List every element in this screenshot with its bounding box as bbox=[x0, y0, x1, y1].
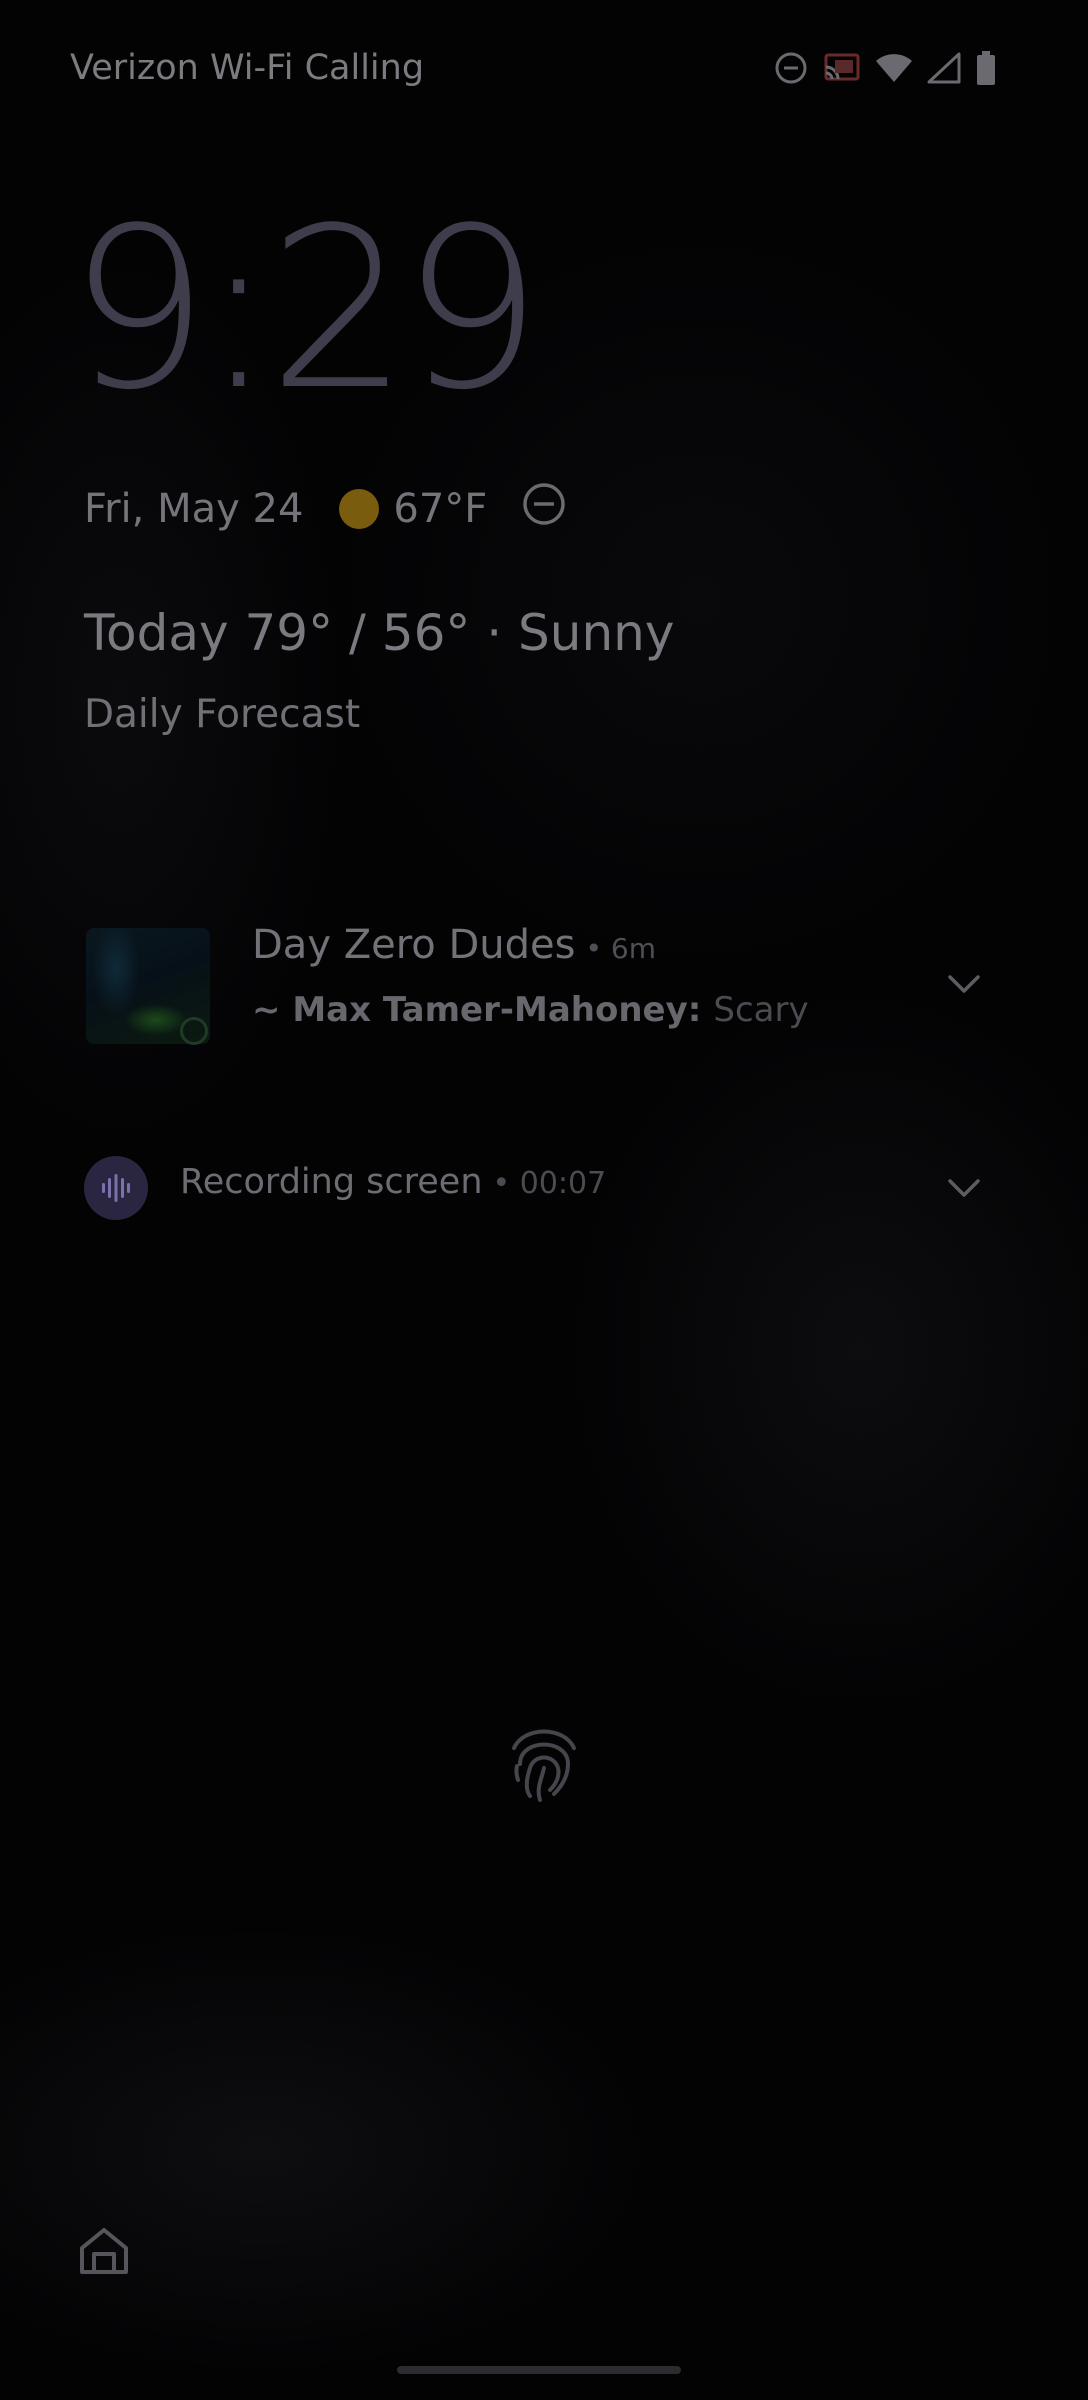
recording-notification[interactable]: Recording screen • 00:07 bbox=[180, 1162, 606, 1214]
fingerprint-icon[interactable] bbox=[506, 1718, 582, 1812]
wifi-icon bbox=[875, 52, 913, 84]
whatsapp-icon bbox=[180, 1017, 208, 1045]
notification-body[interactable]: ~ Max Tamer-Mahoney: Scary bbox=[252, 990, 809, 1040]
expand-chevron-down-icon[interactable] bbox=[944, 964, 984, 1004]
battery-icon bbox=[975, 50, 997, 86]
expand-chevron-down-icon[interactable] bbox=[944, 1168, 984, 1208]
audio-waveform-icon bbox=[84, 1156, 148, 1220]
lock-clock: 9:29 bbox=[68, 181, 543, 439]
cast-icon bbox=[823, 51, 861, 85]
cellular-signal-icon bbox=[927, 52, 961, 84]
home-icon[interactable] bbox=[78, 2226, 130, 2280]
carrier-label: Verizon Wi-Fi Calling bbox=[70, 48, 425, 88]
notification-time: • 6m bbox=[585, 932, 656, 965]
notification-sender: ~ Max Tamer-Mahoney: bbox=[252, 990, 702, 1030]
notification-message: Scary bbox=[713, 990, 809, 1030]
do-not-disturb-icon bbox=[521, 481, 567, 537]
notification-time: • 00:07 bbox=[492, 1166, 607, 1201]
gesture-navigation-bar[interactable] bbox=[397, 2366, 681, 2374]
daily-forecast-link[interactable]: Daily Forecast bbox=[84, 686, 360, 744]
temperature-label: 67°F bbox=[393, 486, 488, 532]
date-label: Fri, May 24 bbox=[84, 486, 304, 532]
status-icons bbox=[773, 48, 997, 88]
notification-title: Day Zero Dudes bbox=[252, 922, 576, 968]
date-weather-row[interactable]: Fri, May 24 67°F bbox=[84, 480, 567, 538]
do-not-disturb-icon bbox=[773, 50, 809, 86]
notification-title: Recording screen bbox=[180, 1162, 483, 1202]
weather-today[interactable]: Today 79° / 56° · Sunny bbox=[84, 598, 674, 668]
lock-screen: Verizon Wi-Fi Calling 9:29 Fri, May 24 6… bbox=[0, 0, 1088, 2400]
sun-icon bbox=[339, 489, 380, 529]
notification-header[interactable]: Day Zero Dudes • 6m bbox=[252, 922, 656, 978]
